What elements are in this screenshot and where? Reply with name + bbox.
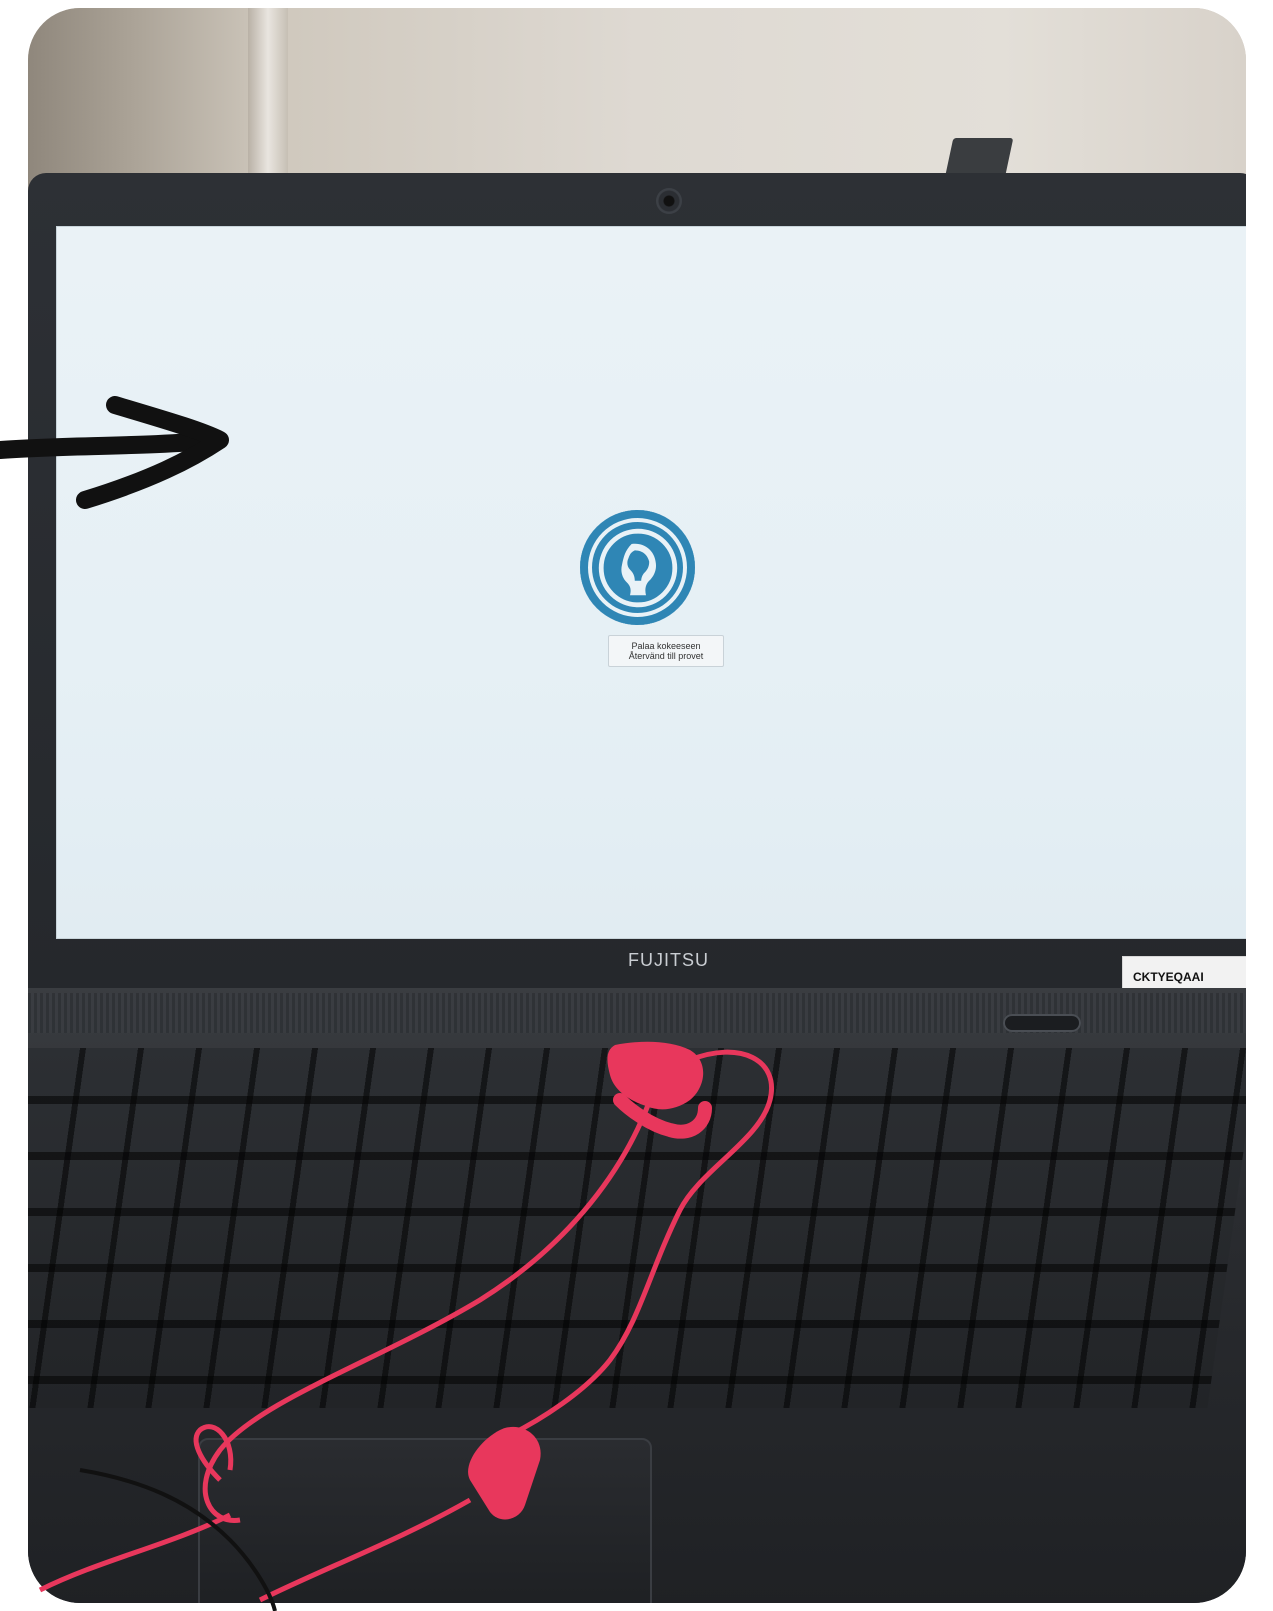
keyboard[interactable] (28, 1048, 1246, 1408)
exam-logo-icon (580, 510, 695, 625)
laptop-photo: FUJITSU CKTYEQAAI (28, 8, 1246, 1603)
power-button[interactable] (1003, 1014, 1081, 1032)
laptop-brand-logo: FUJITSU (628, 950, 709, 970)
black-hand-drawn-arrow-icon (0, 396, 229, 509)
return-to-exam-label-sv: Återvänd till provet (628, 651, 704, 661)
trackpad[interactable] (198, 1438, 652, 1603)
helmeted-head-profile-icon (598, 528, 677, 607)
return-to-exam-button[interactable]: Palaa kokeeseen Återvänd till provet (608, 635, 724, 667)
webcam-icon (656, 188, 682, 214)
return-to-exam-label-fi: Palaa kokeeseen (631, 641, 701, 651)
